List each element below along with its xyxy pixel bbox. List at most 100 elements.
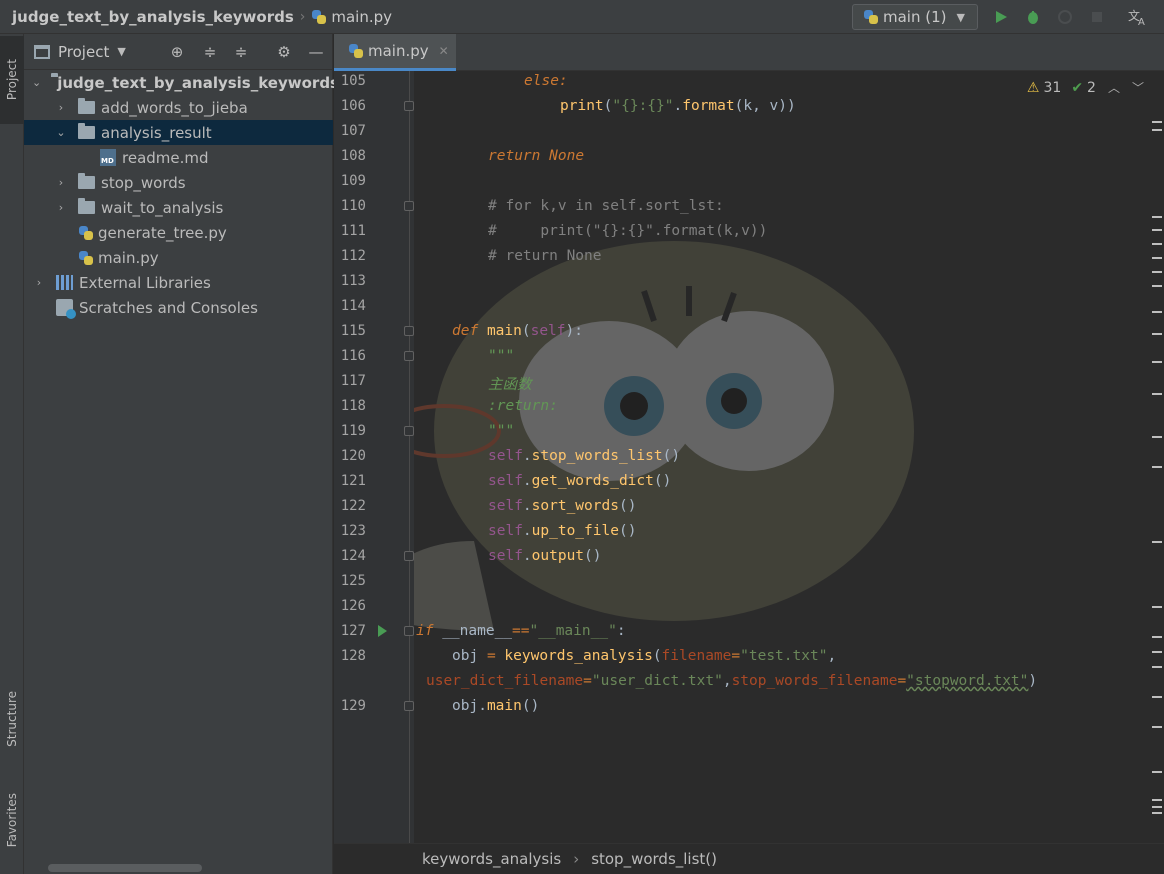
expand-arrow-icon[interactable]: ⌄	[54, 126, 68, 139]
tree-item-root[interactable]: ⌄ judge_text_by_analysis_keywords	[24, 70, 339, 95]
tab-main-py[interactable]: main.py ✕	[334, 34, 456, 71]
tab-favorites[interactable]: Favorites	[0, 776, 24, 864]
fold-marker-icon[interactable]	[404, 101, 414, 111]
svg-text:A: A	[1138, 17, 1145, 26]
tree-item-add-words-to-jieba[interactable]: › add_words_to_jieba	[24, 95, 333, 120]
collapse-all-icon[interactable]: ≑	[232, 43, 250, 61]
code-token: output	[531, 548, 585, 564]
project-panel-header: Project ▼ ⊕ ≑ ≑ ⚙ —	[24, 34, 332, 70]
close-icon[interactable]: ✕	[439, 44, 449, 58]
collapse-arrow-icon[interactable]: ›	[54, 101, 68, 114]
fold-marker-icon[interactable]	[404, 201, 414, 211]
expand-all-icon[interactable]: ≑	[201, 43, 219, 61]
fold-marker-icon[interactable]	[404, 351, 414, 361]
breadcrumb-separator: ›	[573, 850, 580, 868]
scroll-marker	[1152, 806, 1162, 808]
tree-item-label: add_words_to_jieba	[101, 98, 248, 117]
hide-panel-icon[interactable]: —	[307, 43, 325, 61]
project-view-selector[interactable]: Project	[58, 43, 109, 61]
line-number: 114	[340, 298, 366, 314]
fold-marker-icon[interactable]	[404, 426, 414, 436]
breadcrumb-method[interactable]: stop_words_list()	[591, 850, 717, 868]
line-number: 107	[340, 123, 366, 139]
code-token: "test.txt"	[740, 648, 828, 664]
tab-structure[interactable]: Structure	[0, 674, 24, 764]
code-token: up_to_file	[531, 523, 619, 539]
breadcrumb-file[interactable]: main.py	[331, 8, 392, 26]
tree-item-label: analysis_result	[101, 123, 212, 142]
profile-icon[interactable]	[1056, 8, 1074, 26]
fold-marker-icon[interactable]	[404, 326, 414, 336]
line-number: 119	[340, 423, 366, 439]
python-file-icon	[863, 9, 879, 25]
scroll-marker	[1152, 311, 1162, 313]
run-config-label: main (1)	[883, 8, 947, 26]
tree-item-stop-words[interactable]: › stop_words	[24, 170, 333, 195]
line-number: 123	[340, 523, 366, 539]
code-token: "__main__"	[529, 623, 617, 639]
scroll-marker	[1152, 121, 1162, 123]
tree-item-scratches[interactable]: Scratches and Consoles	[24, 295, 333, 320]
vertical-scrollbar[interactable]	[1150, 71, 1164, 843]
translate-icon[interactable]: 文A	[1128, 8, 1146, 26]
code-line-112: # return None	[488, 248, 602, 264]
tree-item-analysis-result[interactable]: ⌄ analysis_result	[24, 120, 333, 145]
line-number: 124	[340, 548, 366, 564]
expand-arrow-icon[interactable]: ⌄	[32, 76, 41, 89]
python-file-icon	[78, 250, 94, 266]
tree-item-label: stop_words	[101, 173, 186, 192]
code-line-127: if __name__=="__main__":	[416, 623, 626, 639]
code-line-124: self.output()	[488, 548, 602, 564]
markdown-file-icon: MD	[100, 149, 116, 166]
line-number: 113	[340, 273, 366, 289]
debug-icon[interactable]	[1024, 8, 1042, 26]
library-icon	[56, 275, 73, 290]
code-token: keywords_analysis	[504, 648, 653, 664]
editor-background-image	[354, 241, 914, 631]
scroll-marker	[1152, 257, 1162, 259]
chevron-down-icon[interactable]: ▼	[117, 45, 125, 58]
line-number: 105	[340, 73, 366, 89]
code-editor[interactable]: ⚠ 31 ✔ 2 ︿ ﹀ 105 106 107 108 109 110 111…	[334, 71, 1164, 843]
run-icon[interactable]	[992, 8, 1010, 26]
line-number: 125	[340, 573, 366, 589]
scroll-marker	[1152, 129, 1162, 131]
stop-icon[interactable]	[1088, 8, 1106, 26]
tree-item-wait-to-analysis[interactable]: › wait_to_analysis	[24, 195, 333, 220]
tree-item-readme[interactable]: MD readme.md	[24, 145, 333, 170]
run-configuration-dropdown[interactable]: main (1) ▼	[852, 4, 978, 30]
project-panel: Project ▼ ⊕ ≑ ≑ ⚙ — ⌄ judge_text_by_anal…	[24, 34, 339, 874]
code-line-123: self.up_to_file()	[488, 523, 637, 539]
tree-item-generate-tree[interactable]: generate_tree.py	[24, 220, 333, 245]
code-line-128-wrap: user_dict_filename="user_dict.txt",stop_…	[426, 673, 1038, 689]
code-token: __name__	[442, 623, 513, 639]
collapse-arrow-icon[interactable]: ›	[54, 176, 68, 189]
gear-icon[interactable]: ⚙	[275, 43, 293, 61]
inspection-widget[interactable]: ⚠ 31 ✔ 2 ︿ ﹀	[1027, 79, 1144, 96]
tree-item-main-py[interactable]: main.py	[24, 245, 333, 270]
horizontal-scrollbar[interactable]	[48, 864, 202, 872]
breadcrumb-class[interactable]: keywords_analysis	[422, 850, 561, 868]
favorites-tab-label: Favorites	[5, 792, 19, 848]
tree-item-external-libraries[interactable]: › External Libraries	[24, 270, 333, 295]
fold-marker-icon[interactable]	[404, 626, 414, 636]
code-token: sort_words	[531, 498, 619, 514]
code-token: None	[549, 148, 585, 164]
fold-marker-icon[interactable]	[404, 701, 414, 711]
code-token: obj	[452, 648, 479, 664]
code-token: return	[488, 148, 541, 164]
tab-project[interactable]: Project	[0, 36, 24, 124]
title-bar: judge_text_by_analysis_keywords › main.p…	[0, 0, 1164, 34]
tree-item-label: judge_text_by_analysis_keywords	[57, 73, 339, 92]
fold-marker-icon[interactable]	[404, 551, 414, 561]
locate-file-icon[interactable]: ⊕	[168, 43, 186, 61]
breadcrumb-project[interactable]: judge_text_by_analysis_keywords	[12, 8, 294, 26]
chevron-up-icon[interactable]: ︿	[1108, 79, 1120, 96]
scroll-marker	[1152, 799, 1162, 801]
collapse-arrow-icon[interactable]: ›	[54, 201, 68, 214]
run-gutter-icon[interactable]	[378, 625, 387, 637]
collapse-arrow-icon[interactable]: ›	[32, 276, 46, 289]
chevron-down-icon[interactable]: ﹀	[1132, 79, 1144, 96]
scroll-marker	[1152, 541, 1162, 543]
code-token: self	[488, 498, 523, 514]
